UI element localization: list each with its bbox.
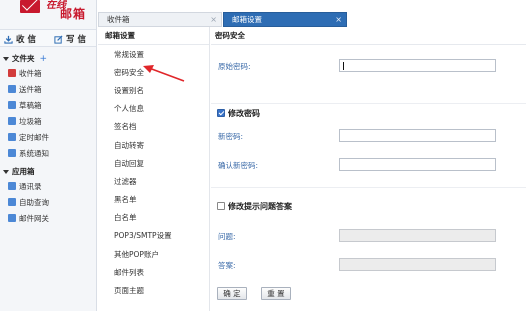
tab-mail-settings[interactable]: 邮箱设置 × <box>223 12 347 27</box>
close-tab-icon[interactable]: × <box>210 15 217 24</box>
app-icon <box>8 198 16 206</box>
folder-icon <box>8 133 16 141</box>
settings-nav-item[interactable]: 常规设置 <box>98 45 209 63</box>
change-hint-label: 修改提示问题答案 <box>228 202 292 211</box>
settings-nav-item[interactable]: 其他POP账户 <box>98 245 209 263</box>
change-password-label: 修改密码 <box>228 109 260 118</box>
folders-title[interactable]: 文件夹 + <box>0 52 96 65</box>
settings-nav-item[interactable]: POP3/SMTP设置 <box>98 227 209 245</box>
add-folder-icon[interactable]: + <box>40 54 48 64</box>
answer-label: 答案: <box>218 261 236 270</box>
original-password-label: 原始密码: <box>218 62 251 71</box>
change-hint-checkbox[interactable] <box>217 202 225 210</box>
app-item-label: 邮件网关 <box>19 213 49 223</box>
collapse-triangle-icon <box>3 169 9 174</box>
folder-icon <box>8 69 16 77</box>
app-icon <box>8 214 16 222</box>
folders-group: 文件夹 + 收件箱送件箱草稿箱垃圾箱定时邮件系统通知 <box>0 52 96 161</box>
settings-nav-item[interactable]: 邮件列表 <box>98 263 209 281</box>
folder-item[interactable]: 草稿箱 <box>0 97 96 113</box>
folder-item[interactable]: 收件箱 <box>0 65 96 81</box>
folder-icon <box>8 85 16 93</box>
folder-icon <box>8 149 16 157</box>
folder-item-label: 系统通知 <box>19 148 49 158</box>
original-password-section: 原始密码: <box>211 46 526 104</box>
settings-nav-item[interactable]: 签名档 <box>98 118 209 136</box>
folder-item[interactable]: 垃圾箱 <box>0 113 96 129</box>
close-tab-icon[interactable]: × <box>335 15 342 24</box>
receive-label: 收 信 <box>16 35 36 45</box>
receive-button[interactable]: 收 信 <box>4 32 36 46</box>
settings-nav-title: 邮箱设置 <box>98 27 209 45</box>
new-password-input[interactable] <box>339 129 496 142</box>
app-item-label: 通讯录 <box>19 181 42 191</box>
settings-nav-item[interactable]: 白名单 <box>98 209 209 227</box>
settings-nav-item[interactable]: 个人信息 <box>98 100 209 118</box>
settings-list: 常规设置 密码安全 设置别名 个人信息 签名档 自动转寄 自动回复 过滤器 黑名单 白名单 POP3… <box>98 45 209 300</box>
compose-button[interactable]: 写 信 <box>54 32 86 46</box>
folder-item[interactable]: 送件箱 <box>0 81 96 97</box>
original-password-input[interactable] <box>339 59 496 72</box>
app-icon <box>8 182 16 190</box>
text-caret <box>343 62 344 70</box>
answer-input[interactable] <box>339 258 496 271</box>
panel-title: 密码安全 <box>211 27 526 45</box>
folder-icon <box>8 117 16 125</box>
envelope-logo-icon <box>20 0 40 13</box>
settings-nav-item[interactable]: 过滤器 <box>98 172 209 190</box>
tab-bar: 收件箱 × 邮箱设置 × <box>98 12 526 27</box>
reset-button[interactable]: 重 置 <box>261 287 291 300</box>
settings-nav-item[interactable]: 设置别名 <box>98 81 209 99</box>
confirm-password-label: 确认新密码: <box>218 161 259 170</box>
folder-item[interactable]: 系统通知 <box>0 145 96 161</box>
folder-item-label: 收件箱 <box>19 68 42 78</box>
apps-title-label: 应用箱 <box>12 167 35 176</box>
settings-nav-item[interactable]: 页面主题 <box>98 281 209 299</box>
logo[interactable]: 在线 邮箱 <box>20 0 90 24</box>
collapse-triangle-icon <box>3 56 9 61</box>
app-item[interactable]: 通讯录 <box>0 178 96 194</box>
folder-item-label: 草稿箱 <box>19 100 42 110</box>
apps-group: 应用箱 通讯录自助查询邮件网关 <box>0 165 96 226</box>
settings-nav-item[interactable]: 黑名单 <box>98 191 209 209</box>
settings-nav-item[interactable]: 自动回复 <box>98 154 209 172</box>
settings-nav-item[interactable]: 自动转寄 <box>98 136 209 154</box>
change-password-checkbox[interactable] <box>217 109 225 117</box>
question-label: 问题: <box>218 232 236 241</box>
compose-label: 写 信 <box>66 35 86 45</box>
folder-item-label: 送件箱 <box>19 84 42 94</box>
confirm-button[interactable]: 确 定 <box>217 287 247 300</box>
sidebar: 在线 邮箱 收 信 写 信 文件夹 + 收件箱送件箱草稿箱垃圾箱定时邮件系统通知 <box>0 0 97 311</box>
change-hint-section: 修改提示问题答案 问题: 答案: <box>211 190 526 284</box>
app-item-label: 自助查询 <box>19 197 49 207</box>
app-item[interactable]: 自助查询 <box>0 194 96 210</box>
tab-inbox[interactable]: 收件箱 × <box>98 12 222 27</box>
tab-settings-label: 邮箱设置 <box>232 15 262 24</box>
folder-item-label: 垃圾箱 <box>19 116 42 126</box>
download-icon <box>4 35 13 44</box>
apps-title[interactable]: 应用箱 <box>0 165 96 178</box>
new-password-label: 新密码: <box>218 132 244 141</box>
folder-item[interactable]: 定时邮件 <box>0 129 96 145</box>
compose-icon <box>54 34 63 44</box>
folder-item-label: 定时邮件 <box>19 132 49 142</box>
confirm-password-input[interactable] <box>339 158 496 171</box>
folder-icon <box>8 101 16 109</box>
tab-inbox-label: 收件箱 <box>107 15 130 24</box>
change-password-section: 修改密码 新密码: 确认新密码: <box>211 105 526 188</box>
folders-title-label: 文件夹 <box>12 54 35 63</box>
password-security-panel: 密码安全 原始密码: 修改密码 新密码: 确认新密码: 修改提示问题答案 问题:… <box>211 27 526 311</box>
logo-name: 邮箱 <box>60 7 87 21</box>
question-input[interactable] <box>339 229 496 242</box>
app-item[interactable]: 邮件网关 <box>0 210 96 226</box>
annotation-arrow-icon <box>143 65 185 82</box>
mail-actions-bar: 收 信 写 信 <box>0 29 96 47</box>
